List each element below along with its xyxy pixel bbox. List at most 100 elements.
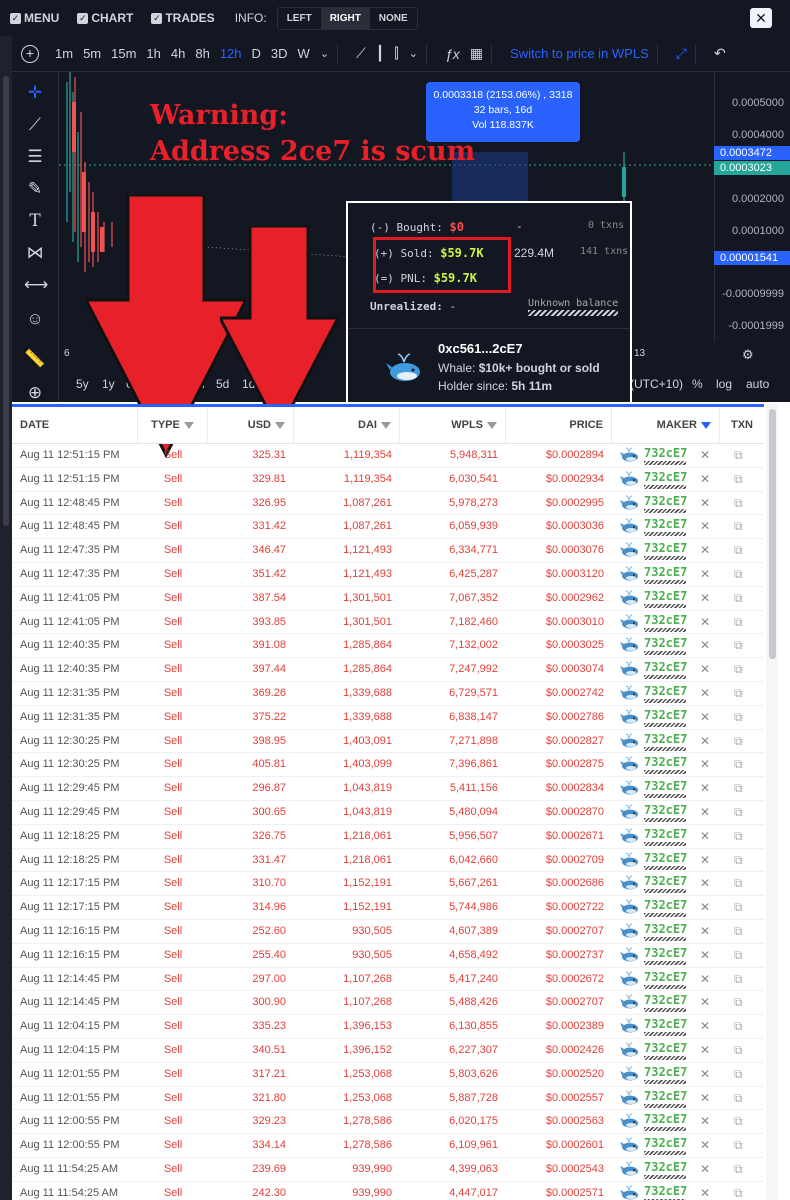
table-row[interactable]: Aug 11 12:30:25 PM Sell 405.81 1,403,099 7,3… (12, 753, 764, 778)
trade-maker[interactable]: 732cE7 ✕ (620, 1015, 730, 1039)
close-icon[interactable]: ✕ (700, 1039, 710, 1063)
filter-icon[interactable] (487, 421, 497, 429)
maker-address[interactable]: 732cE7 (644, 1089, 687, 1108)
maker-address[interactable]: 732cE7 (644, 851, 687, 870)
close-icon[interactable]: ✕ (700, 468, 710, 492)
trade-maker[interactable]: 732cE7 ✕ (620, 634, 730, 658)
close-icon[interactable]: ✕ (700, 515, 710, 539)
timeframe-12h[interactable]: 12h (220, 46, 242, 61)
timeframe-d[interactable]: D (252, 46, 261, 61)
close-icon[interactable]: ✕ (700, 753, 710, 777)
table-row[interactable]: Aug 11 12:01:55 PM Sell 317.21 1,253,068 5,8… (12, 1063, 764, 1087)
line-chart-icon[interactable]: ⟋ (356, 45, 366, 62)
maker-address[interactable]: 732cE7 (644, 1160, 687, 1179)
close-icon[interactable]: ✕ (700, 991, 710, 1015)
trade-maker[interactable]: 732cE7 ✕ (620, 539, 730, 563)
chevron-down-icon[interactable]: ⌄ (320, 47, 329, 60)
close-icon[interactable]: ✕ (700, 825, 710, 849)
external-link-icon[interactable]: ⧉ (734, 896, 752, 920)
maker-address[interactable]: 732cE7 (644, 1184, 687, 1200)
close-icon[interactable]: ✕ (700, 968, 710, 992)
trade-maker[interactable]: 732cE7 ✕ (620, 682, 730, 706)
close-icon[interactable]: ✕ (700, 777, 710, 801)
maker-address[interactable]: 732cE7 (644, 827, 687, 846)
external-link-icon[interactable]: ⧉ (734, 587, 752, 611)
table-row[interactable]: Aug 11 12:48:45 PM Sell 326.95 1,087,261 5,9… (12, 492, 764, 516)
chevron-down-icon[interactable]: ⌄ (409, 47, 418, 60)
external-link-icon[interactable]: ⧉ (734, 468, 752, 492)
trades-toggle[interactable]: ✓ TRADES (151, 11, 215, 25)
layout-grid-icon[interactable]: ▦ (470, 45, 483, 62)
external-link-icon[interactable]: ⧉ (734, 658, 752, 682)
trade-maker[interactable]: 732cE7 ✕ (620, 991, 730, 1015)
info-none-button[interactable]: NONE (370, 8, 417, 29)
table-row[interactable]: Aug 11 12:29:45 PM Sell 296.87 1,043,819 5,4… (12, 777, 764, 801)
trade-maker[interactable]: 732cE7 ✕ (620, 1087, 730, 1111)
crosshair-icon[interactable]: ✛ (24, 82, 46, 104)
close-icon[interactable]: ✕ (700, 444, 710, 468)
trade-maker[interactable]: 732cE7 ✕ (620, 1039, 730, 1063)
table-row[interactable]: Aug 11 12:17:15 PM Sell 314.96 1,152,191 5,7… (12, 896, 764, 920)
measure-icon[interactable]: ⟷ (24, 274, 48, 296)
fullscreen-icon[interactable]: ⤢ (676, 45, 687, 62)
external-link-icon[interactable]: ⧉ (734, 492, 752, 516)
table-row[interactable]: Aug 11 12:40:35 PM Sell 391.08 1,285,864 7,1… (12, 634, 764, 659)
left-scrollbar[interactable] (3, 76, 9, 526)
candlestick-icon[interactable]: ┃ (376, 45, 384, 62)
column-wpls[interactable]: WPLS (400, 407, 506, 444)
trade-maker[interactable]: 732cE7 ✕ (620, 1158, 730, 1182)
maker-address[interactable]: 732cE7 (644, 803, 687, 822)
close-icon[interactable]: ✕ (700, 920, 710, 944)
external-link-icon[interactable]: ⧉ (734, 539, 752, 563)
column-dai[interactable]: DAI (294, 407, 400, 444)
trade-maker[interactable]: 732cE7 ✕ (620, 611, 730, 635)
plus-circle-icon[interactable]: + (21, 44, 39, 63)
column-txn[interactable]: TXN (720, 407, 764, 444)
maker-address[interactable]: 732cE7 (644, 494, 687, 513)
maker-address[interactable]: 732cE7 (644, 779, 687, 799)
menu-toggle[interactable]: ✓ MENU (10, 11, 59, 25)
close-icon[interactable]: ✕ (700, 1182, 710, 1200)
column-usd[interactable]: USD (208, 407, 294, 444)
maker-address[interactable]: 732cE7 (644, 1065, 687, 1084)
external-link-icon[interactable]: ⧉ (734, 753, 752, 777)
timeframe-1m[interactable]: 1m (55, 46, 73, 61)
external-link-icon[interactable]: ⧉ (734, 968, 752, 992)
external-link-icon[interactable]: ⧉ (734, 1182, 752, 1200)
trade-maker[interactable]: 732cE7 ✕ (620, 587, 730, 611)
table-row[interactable]: Aug 11 12:30:25 PM Sell 398.95 1,403,091 7,2… (12, 730, 764, 754)
trade-maker[interactable]: 732cE7 ✕ (620, 563, 730, 587)
maker-address[interactable]: 732cE7 (644, 732, 687, 751)
maker-address[interactable]: 732cE7 (644, 1017, 687, 1037)
fib-icon[interactable]: ☰ (24, 146, 46, 168)
table-scrollbar[interactable] (766, 404, 778, 1200)
table-row[interactable]: Aug 11 12:51:15 PM Sell 325.31 1,119,354 5,9… (12, 444, 764, 468)
close-icon[interactable]: ✕ (700, 706, 710, 730)
chart-toggle[interactable]: ✓ CHART (77, 11, 133, 25)
maker-address[interactable]: 732cE7 (644, 708, 687, 727)
trade-maker[interactable]: 732cE7 ✕ (620, 920, 730, 944)
trade-maker[interactable]: 732cE7 ✕ (620, 777, 730, 801)
maker-address[interactable]: 732cE7 (644, 565, 687, 584)
timeframe-15m[interactable]: 15m (111, 46, 136, 61)
maker-address[interactable]: 732cE7 (644, 898, 687, 918)
column-price[interactable]: PRICE (506, 407, 612, 444)
maker-address[interactable]: 732cE7 (644, 1112, 687, 1132)
external-link-icon[interactable]: ⧉ (734, 920, 752, 944)
filter-icon[interactable] (701, 421, 711, 429)
close-icon[interactable]: ✕ (700, 1015, 710, 1039)
external-link-icon[interactable]: ⧉ (734, 611, 752, 635)
close-icon[interactable]: ✕ (700, 730, 710, 754)
close-icon[interactable]: ✕ (700, 1087, 710, 1111)
close-icon[interactable]: ✕ (700, 872, 710, 896)
table-row[interactable]: Aug 11 12:04:15 PM Sell 340.51 1,396,152 6,2… (12, 1039, 764, 1063)
trade-maker[interactable]: 732cE7 ✕ (620, 872, 730, 896)
column-date[interactable]: DATE (12, 407, 138, 444)
external-link-icon[interactable]: ⧉ (734, 444, 752, 468)
table-row[interactable]: Aug 11 12:47:35 PM Sell 351.42 1,121,493 6,4… (12, 563, 764, 587)
maker-address[interactable]: 732cE7 (644, 660, 687, 680)
auto-toggle[interactable]: auto (746, 377, 769, 391)
maker-address[interactable]: 732cE7 (644, 970, 687, 989)
filter-icon[interactable] (381, 421, 391, 429)
table-row[interactable]: Aug 11 12:16:15 PM Sell 255.40 930,505 4,658… (12, 944, 764, 968)
